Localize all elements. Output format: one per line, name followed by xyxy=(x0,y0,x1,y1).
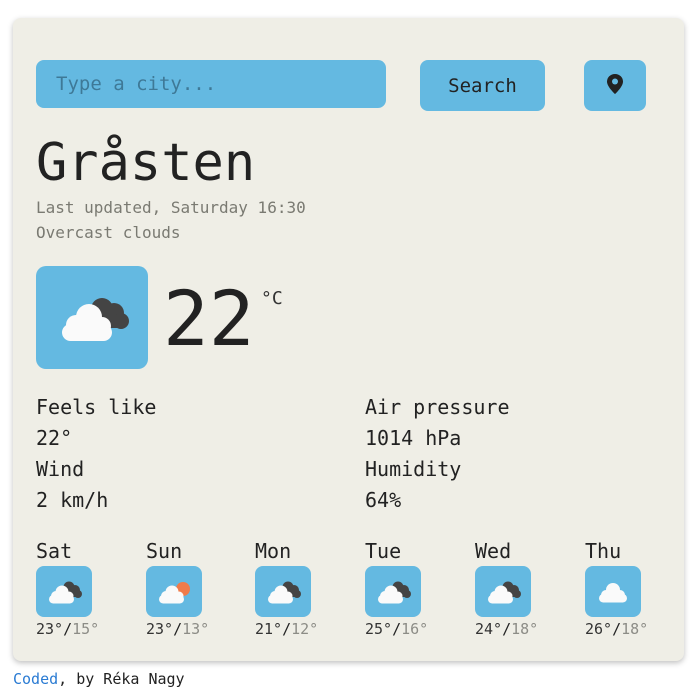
forecast-day-name: Mon xyxy=(255,539,292,563)
last-updated-text: Last updated, Saturday 16:30 xyxy=(36,198,306,217)
weather-description: Overcast clouds xyxy=(36,223,181,242)
forecast-day-name: Thu xyxy=(585,539,622,563)
forecast-low: 18° xyxy=(511,620,539,638)
forecast-temps: 26°/18° xyxy=(585,620,649,638)
forecast-day: Mon 21°/12° xyxy=(255,538,345,638)
temperature-unit-toggle[interactable]: °C xyxy=(261,288,283,309)
clouds-sun-icon xyxy=(146,566,202,617)
current-location-button[interactable] xyxy=(584,60,646,111)
forecast-day-name: Tue xyxy=(365,539,402,563)
forecast-temps: 24°/18° xyxy=(475,620,539,638)
forecast-low: 13° xyxy=(182,620,210,638)
broken-clouds-icon xyxy=(365,566,421,617)
forecast-low: 16° xyxy=(401,620,429,638)
forecast-day-name: Sun xyxy=(146,539,183,563)
forecast-day: Tue 25°/16° xyxy=(365,538,455,638)
forecast-temps: 23°/13° xyxy=(146,620,210,638)
forecast-low: 12° xyxy=(291,620,319,638)
forecast-temps: 23°/15° xyxy=(36,620,100,638)
forecast-high: 25° xyxy=(365,620,393,638)
details-right: Air pressure 1014 hPa Humidity 64% xyxy=(365,392,510,516)
map-pin-icon xyxy=(606,73,624,98)
forecast-high: 23° xyxy=(146,620,174,638)
broken-clouds-icon xyxy=(36,566,92,617)
feels-like-value: 22° xyxy=(36,426,73,450)
forecast-temps: 25°/16° xyxy=(365,620,429,638)
footer-credit: Coded, by Réka Nagy xyxy=(13,670,185,688)
wind-value: 2 km/h xyxy=(36,488,109,512)
forecast-day: Sat 23°/15° xyxy=(36,538,126,638)
feels-like-label: Feels like xyxy=(36,395,157,419)
forecast-temps: 21°/12° xyxy=(255,620,319,638)
source-code-link[interactable]: Coded xyxy=(13,670,58,688)
city-search-input[interactable] xyxy=(36,60,386,108)
broken-clouds-icon xyxy=(475,566,531,617)
humidity-value: 64% xyxy=(365,488,402,512)
weather-card: Search Gråsten Last updated, Saturday 16… xyxy=(13,18,684,661)
forecast-high: 21° xyxy=(255,620,283,638)
forecast-day-name: Wed xyxy=(475,539,512,563)
air-pressure-label: Air pressure xyxy=(365,395,510,419)
author-credit: , by Réka Nagy xyxy=(58,670,185,688)
details-left: Feels like 22° Wind 2 km/h xyxy=(36,392,156,516)
broken-clouds-icon xyxy=(255,566,311,617)
forecast-high: 24° xyxy=(475,620,503,638)
humidity-label: Humidity xyxy=(365,457,462,481)
forecast-high: 26° xyxy=(585,620,613,638)
cloud-icon xyxy=(585,566,641,617)
forecast-day: Sun 23°/13° xyxy=(146,538,236,638)
forecast-low: 18° xyxy=(621,620,649,638)
search-button[interactable]: Search xyxy=(420,60,545,111)
forecast-day: Thu 26°/18° xyxy=(585,538,675,638)
forecast-high: 23° xyxy=(36,620,64,638)
forecast-low: 15° xyxy=(72,620,100,638)
forecast-day: Wed 24°/18° xyxy=(475,538,565,638)
forecast-day-name: Sat xyxy=(36,539,73,563)
wind-label: Wind xyxy=(36,457,85,481)
city-name: Gråsten xyxy=(36,133,256,193)
current-temperature: 22 xyxy=(163,274,255,363)
air-pressure-value: 1014 hPa xyxy=(365,426,462,450)
overcast-clouds-icon xyxy=(36,266,148,369)
